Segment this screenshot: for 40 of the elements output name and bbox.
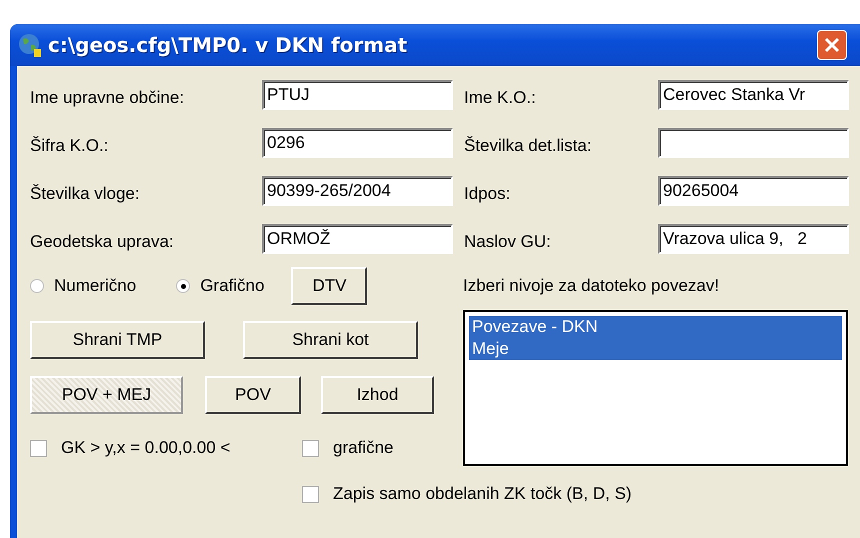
text-field[interactable]: 90265004 [658,176,849,206]
dtv-button[interactable]: DTV [291,267,368,305]
close-button[interactable] [817,30,847,60]
text-field[interactable]: 90399-265/2004 [262,176,453,206]
checkbox-label: Zapis samo obdelanih ZK točk (B, D, S) [333,484,632,504]
window-title: c:\geos.cfg\TMP0. v DKN format [48,33,408,57]
checkbox-label: grafične [333,438,394,458]
checkbox[interactable]: Zapis samo obdelanih ZK točk (B, D, S) [302,484,860,504]
field-label: Naslov GU: [464,232,552,253]
text-field[interactable]: Cerovec Stanka Vr [658,80,849,110]
text-field[interactable]: ORMOŽ [262,224,453,254]
checkbox[interactable]: GK > y,x = 0.00,0.00 < [30,438,302,458]
radio-button[interactable]: Grafično [176,276,264,296]
text-field[interactable]: PTUJ [262,80,453,110]
action-button[interactable]: POV + MEJ [30,376,183,414]
close-icon [822,35,842,55]
field-label: Šifra K.O.: [30,136,110,157]
save-button[interactable]: Shrani kot [243,321,418,359]
field-label: Številka vloge: [30,184,141,205]
globe-icon [18,33,42,57]
checkbox[interactable]: grafične [302,438,394,458]
checkbox-label: GK > y,x = 0.00,0.00 < [61,438,230,458]
list-item[interactable]: Meje [469,338,842,360]
save-button[interactable]: Shrani TMP [30,321,205,359]
field-label: Številka det.lista: [464,136,593,157]
action-button[interactable]: POV [205,376,301,414]
text-field[interactable]: 0296 [262,128,453,158]
radio-label: Numerično [54,276,136,296]
field-label: Idpos: [464,184,512,205]
levels-hint: Izberi nivoje za datoteko povezav! [463,275,720,297]
list-item[interactable]: Povezave - DKN [469,316,842,338]
field-label: Ime K.O.: [464,88,537,109]
levels-listbox[interactable]: Povezave - DKN Meje [463,310,848,466]
text-field[interactable] [658,128,849,158]
field-label: Geodetska uprava: [30,232,175,253]
radio-label: Grafično [200,276,264,296]
text-field[interactable]: Vrazova ulica 9, 2 [658,224,849,254]
radio-button[interactable]: Numerično [30,276,136,296]
action-button[interactable]: Izhod [321,376,434,414]
field-label: Ime upravne občine: [30,88,186,109]
